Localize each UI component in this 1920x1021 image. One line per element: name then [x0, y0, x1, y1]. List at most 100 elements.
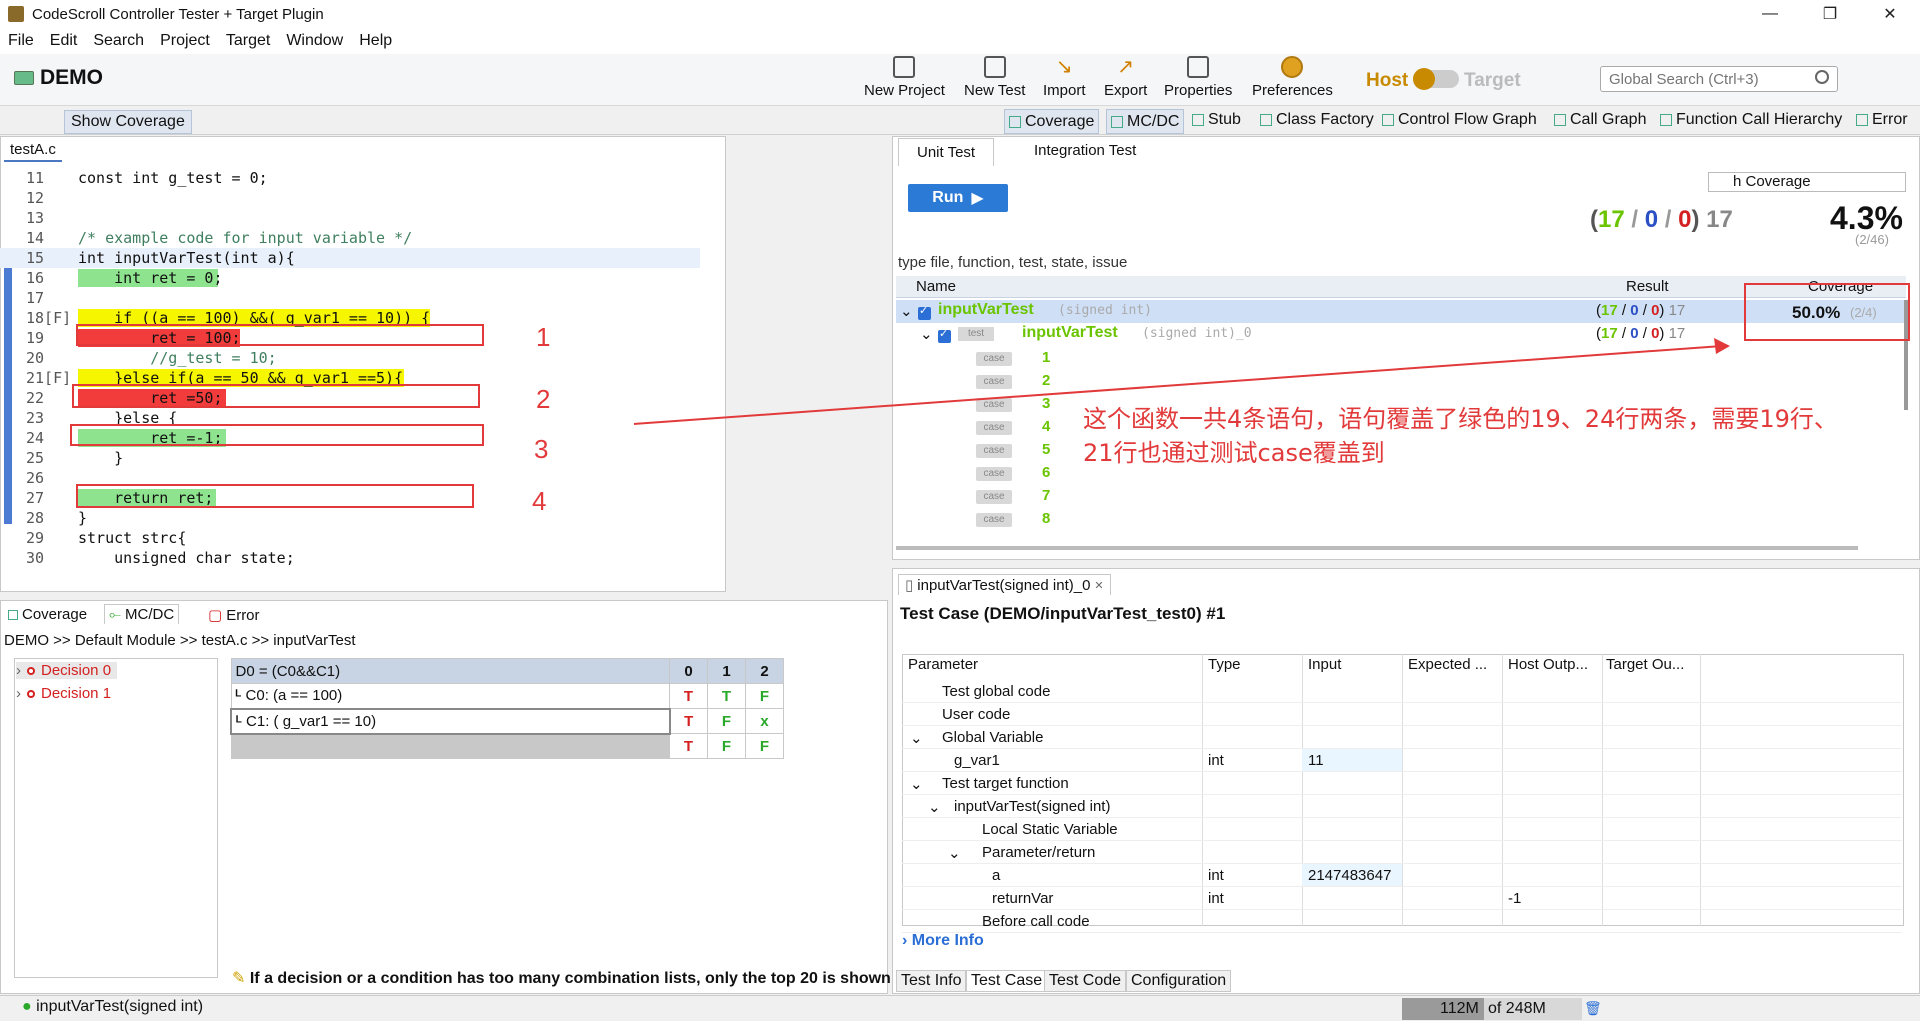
view-tab-stub[interactable]: Stub	[1192, 111, 1241, 129]
code-line[interactable]: 15 int inputVarTest(int a){	[0, 248, 700, 268]
new-project-button[interactable]: New Project	[864, 56, 945, 99]
menu-file[interactable]: File	[8, 32, 34, 50]
new-test-button[interactable]: New Test	[964, 56, 1025, 99]
parameter-row[interactable]: g_var1 int 11	[902, 749, 1902, 772]
parameter-row[interactable]: Test global code	[902, 680, 1902, 703]
case-number[interactable]: 7	[1042, 487, 1050, 504]
decision-item-1[interactable]: › Decision 1	[16, 685, 111, 702]
menu-target[interactable]: Target	[226, 32, 270, 50]
search-icon[interactable]	[1815, 70, 1829, 84]
restore-button[interactable]: ❐	[1800, 0, 1860, 28]
view-tab-control-flow-graph[interactable]: Control Flow Graph	[1382, 111, 1537, 129]
mcdc-row[interactable]: T F F	[230, 733, 784, 759]
code-line[interactable]: 29 struct strc{	[0, 528, 700, 548]
show-coverage-button[interactable]: Show Coverage	[64, 110, 192, 134]
view-tab-function-call-hierarchy[interactable]: Function Call Hierarchy	[1660, 111, 1842, 129]
tab-unit-test[interactable]: Unit Test	[898, 138, 995, 166]
export-button[interactable]: ↗ Export	[1104, 56, 1147, 99]
bottom-tab-test-code[interactable]: Test Code	[1044, 970, 1127, 992]
parameter-row[interactable]: ⌄ inputVarTest(signed int)	[902, 795, 1902, 818]
properties-button[interactable]: Properties	[1164, 56, 1232, 99]
tab-mcdc[interactable]: ⟜ MC/DC	[104, 604, 180, 624]
tab-error[interactable]: ▢ Error	[208, 606, 260, 625]
code-line[interactable]: 20 //g_test = 10;	[0, 348, 700, 368]
parameter-row[interactable]: Local Static Variable	[902, 818, 1902, 841]
col-type[interactable]: Type	[1208, 656, 1241, 673]
col-host-output[interactable]: Host Outp...	[1508, 656, 1588, 673]
bottom-tab-test-info[interactable]: Test Info	[896, 970, 967, 992]
view-tab-call-graph[interactable]: Call Graph	[1554, 111, 1646, 129]
chevron-down-icon[interactable]: ⌄	[928, 798, 941, 816]
trash-icon[interactable]: 🗑	[1584, 1000, 1602, 1017]
close-icon[interactable]: ✕	[1094, 579, 1103, 592]
col-target-output[interactable]: Target Ou...	[1606, 656, 1684, 673]
parameter-input[interactable]: 2147483647	[1308, 867, 1391, 884]
editor-tab-testA[interactable]: testA.c	[4, 139, 62, 162]
menu-edit[interactable]: Edit	[50, 32, 78, 50]
parameter-row[interactable]: ⌄ Test target function	[902, 772, 1902, 795]
bottom-tab-test-case[interactable]: Test Case	[966, 970, 1048, 992]
view-tab-coverage[interactable]: Coverage	[1004, 109, 1100, 134]
view-tab-error[interactable]: Error	[1856, 111, 1908, 129]
case-number[interactable]: 6	[1042, 464, 1050, 481]
chevron-down-icon[interactable]: ⌄	[910, 729, 923, 747]
col-parameter[interactable]: Parameter	[908, 656, 978, 673]
tab-integration-test[interactable]: Integration Test	[1034, 142, 1136, 159]
case-number[interactable]: 8	[1042, 510, 1050, 527]
filter-input[interactable]: type file, function, test, state, issue	[898, 254, 1127, 271]
mcdc-row[interactable]: ᴸ C1: ( g_var1 == 10) T F x	[230, 707, 784, 735]
case-number[interactable]: 1	[1042, 349, 1050, 366]
col-coverage[interactable]: Coverage	[1808, 278, 1873, 295]
horizontal-scrollbar[interactable]	[896, 546, 1858, 550]
minimize-button[interactable]: —	[1740, 0, 1800, 28]
code-line[interactable]: 16 int ret = 0;	[0, 268, 700, 288]
code-line[interactable]: 13	[0, 208, 700, 228]
parameter-row[interactable]: ⌄ Parameter/return	[902, 841, 1902, 864]
code-line[interactable]: 11 const int g_test = 0;	[0, 168, 700, 188]
code-line[interactable]: 25 }	[0, 448, 700, 468]
chevron-down-icon[interactable]: ⌄	[900, 302, 913, 320]
decision-item-0[interactable]: › Decision 0	[16, 662, 118, 679]
menu-search[interactable]: Search	[93, 32, 144, 50]
col-name[interactable]: Name	[916, 278, 956, 295]
view-tab-class-factory[interactable]: Class Factory	[1260, 111, 1374, 129]
code-line[interactable]: 17	[0, 288, 700, 308]
tree-row-function[interactable]: ⌄ inputVarTest (signed int) (17 / 0 / 0)…	[896, 300, 1906, 323]
import-button[interactable]: ↘ Import	[1043, 56, 1086, 99]
preferences-button[interactable]: Preferences	[1252, 56, 1333, 99]
global-search-input[interactable]	[1600, 66, 1838, 92]
code-line[interactable]: 12	[0, 188, 700, 208]
menu-help[interactable]: Help	[359, 32, 392, 50]
code-area[interactable]: 11 const int g_test = 0; 12 13 14/* example …	[0, 168, 700, 568]
tab-test-case-editor[interactable]: ▯ inputVarTest(signed int)_0 ✕	[898, 574, 1111, 595]
run-button[interactable]: Run ▶	[908, 184, 1008, 212]
case-number[interactable]: 3	[1042, 395, 1050, 412]
close-button[interactable]: ✕	[1860, 0, 1920, 28]
col-result[interactable]: Result	[1626, 278, 1669, 295]
coverage-type-select[interactable]: h Coverage	[1708, 172, 1906, 192]
view-tab-mcdc[interactable]: MC/DC	[1106, 109, 1185, 134]
code-line[interactable]: 30 unsigned char state;	[0, 548, 700, 568]
code-line[interactable]: 14 /* example code for input variable */	[0, 228, 700, 248]
menu-project[interactable]: Project	[160, 32, 210, 50]
parameter-input[interactable]: 11	[1308, 752, 1324, 769]
vertical-scrollbar[interactable]	[1904, 300, 1908, 410]
menu-window[interactable]: Window	[286, 32, 343, 50]
parameter-row[interactable]: returnVar int -1	[902, 887, 1902, 910]
col-input[interactable]: Input	[1308, 656, 1341, 673]
mcdc-row[interactable]: ᴸ C0: (a == 100) T T F	[230, 683, 784, 709]
case-number[interactable]: 2	[1042, 372, 1050, 389]
col-expected[interactable]: Expected ...	[1408, 656, 1487, 673]
checkbox-test[interactable]	[938, 327, 951, 343]
case-number[interactable]: 4	[1042, 418, 1050, 435]
chevron-down-icon[interactable]: ⌄	[910, 775, 923, 793]
more-info-toggle[interactable]: › More Info	[902, 932, 984, 950]
tree-row-test[interactable]: ⌄ test inputVarTest (signed int)_0 (17 /…	[896, 323, 1906, 346]
toggle-knob[interactable]	[1413, 68, 1435, 90]
parameter-row[interactable]: ⌄ Global Variable	[902, 726, 1902, 749]
code-line[interactable]: 28}	[0, 508, 700, 528]
chevron-down-icon[interactable]: ⌄	[920, 325, 933, 343]
checkbox-function[interactable]	[918, 304, 931, 320]
chevron-down-icon[interactable]: ⌄	[948, 844, 961, 862]
parameter-row[interactable]: a int 2147483647	[902, 864, 1902, 887]
